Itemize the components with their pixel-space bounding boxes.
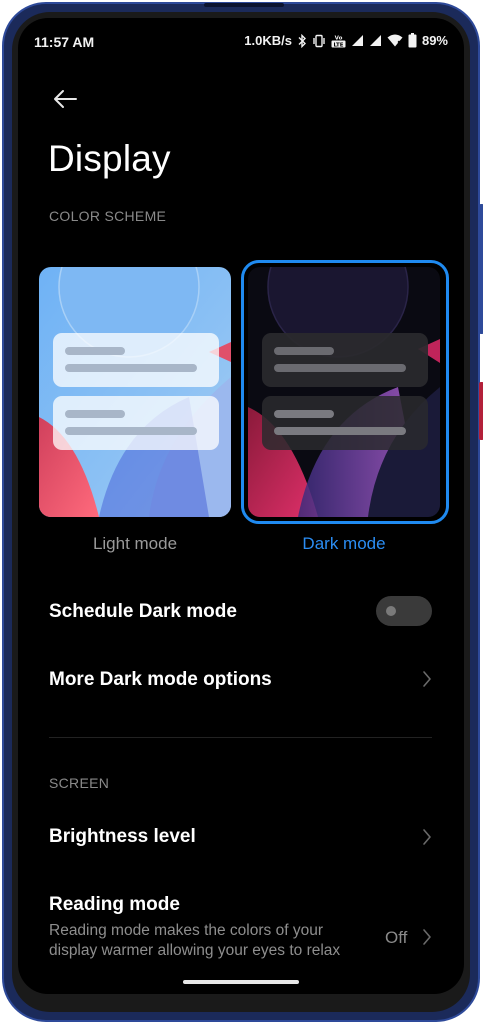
battery-icon bbox=[408, 33, 417, 48]
svg-text:LTE: LTE bbox=[333, 42, 343, 48]
volume-button bbox=[479, 204, 483, 334]
toggle-knob bbox=[386, 606, 396, 616]
light-mode-label[interactable]: Light mode bbox=[39, 534, 231, 554]
status-bar: 11:57 AM 1.0KB/s Vo LTE 89% bbox=[18, 18, 464, 66]
earpiece bbox=[204, 3, 284, 7]
battery-percent: 89% bbox=[421, 33, 448, 48]
reading-mode-label: Reading mode bbox=[49, 894, 180, 915]
light-mode-preview[interactable] bbox=[39, 267, 231, 517]
chevron-right-icon bbox=[423, 829, 431, 845]
schedule-dark-mode-toggle[interactable] bbox=[376, 596, 432, 626]
net-speed: 1.0KB/s bbox=[244, 33, 292, 48]
section-label-color-scheme: COLOR SCHEME bbox=[49, 208, 167, 224]
home-indicator[interactable] bbox=[183, 980, 299, 984]
screen: 11:57 AM 1.0KB/s Vo LTE 89% Display COLO… bbox=[18, 18, 464, 994]
page-title: Display bbox=[48, 138, 171, 179]
signal-icon bbox=[351, 34, 364, 47]
section-label-screen: SCREEN bbox=[49, 775, 110, 791]
bluetooth-icon bbox=[297, 33, 307, 48]
status-icons: 1.0KB/s Vo LTE 89% bbox=[244, 33, 448, 48]
brightness-level-label: Brightness level bbox=[49, 826, 196, 847]
svg-text:Vo: Vo bbox=[335, 35, 343, 41]
wifi-icon bbox=[387, 34, 403, 47]
reading-mode-value: Off bbox=[385, 928, 408, 947]
more-dark-mode-options-label: More Dark mode options bbox=[49, 669, 272, 690]
volte-icon: Vo LTE bbox=[331, 34, 346, 48]
signal-icon bbox=[369, 34, 382, 47]
chevron-right-icon bbox=[423, 671, 431, 687]
dark-mode-label[interactable]: Dark mode bbox=[248, 534, 440, 554]
vibrate-icon bbox=[312, 34, 326, 48]
chevron-right-icon bbox=[423, 929, 431, 945]
dark-mode-preview[interactable] bbox=[248, 267, 440, 517]
schedule-dark-mode-label: Schedule Dark mode bbox=[49, 601, 237, 622]
back-button[interactable] bbox=[48, 82, 82, 116]
power-button bbox=[479, 382, 483, 440]
reading-mode-description: Reading mode makes the colors of your di… bbox=[49, 922, 341, 959]
divider bbox=[49, 737, 432, 738]
arrow-left-icon bbox=[54, 90, 77, 108]
status-time: 11:57 AM bbox=[34, 34, 95, 50]
